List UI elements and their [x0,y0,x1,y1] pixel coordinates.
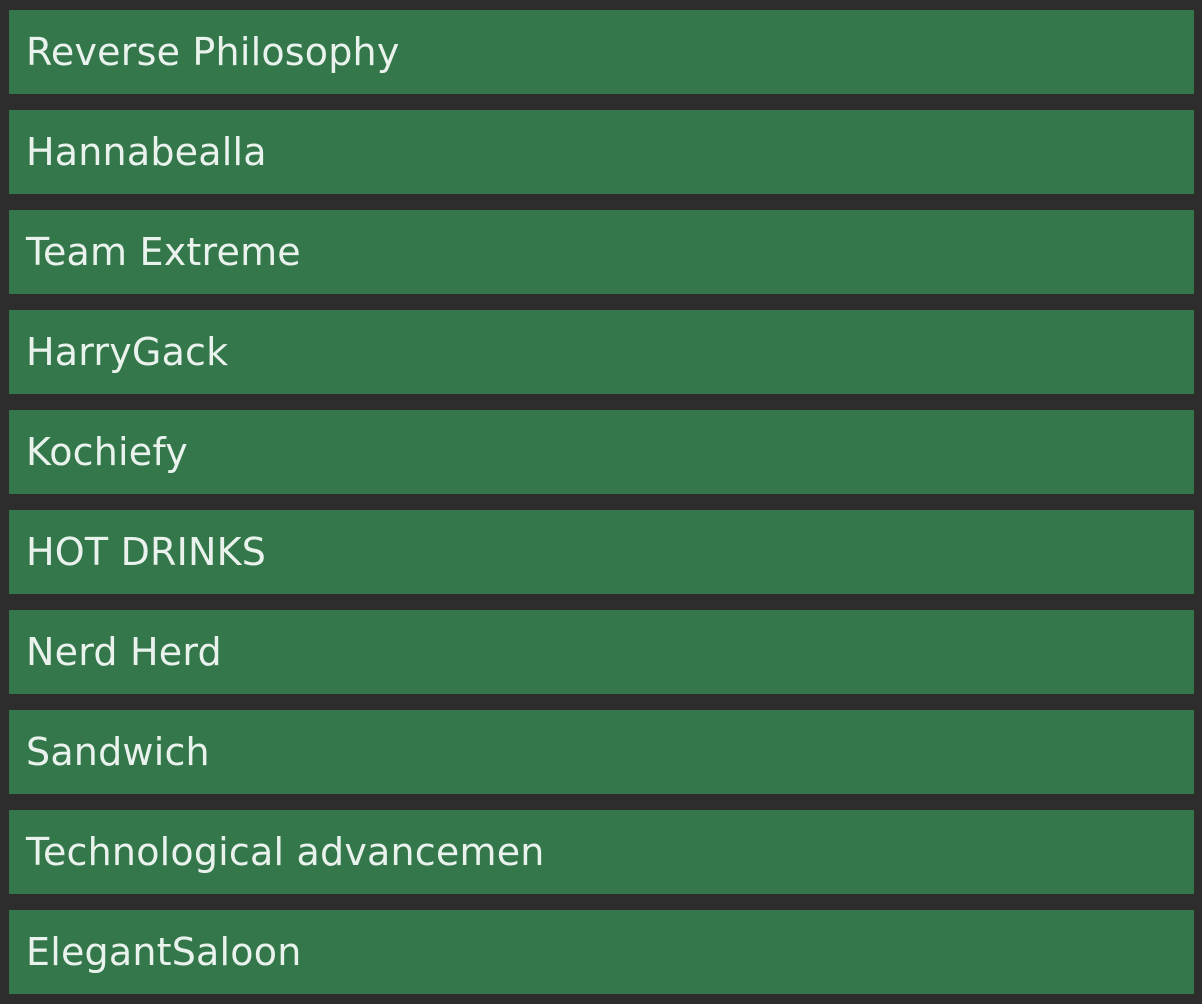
list-item[interactable]: Team Extreme [9,210,1194,294]
list-item[interactable]: Nerd Herd [9,610,1194,694]
list-item-label: Nerd Herd [26,630,222,674]
list-item-label: HarryGack [26,330,229,374]
list-item-label: Sandwich [26,730,210,774]
list-item[interactable]: Hannabealla [9,110,1194,194]
list-item-label: HOT DRINKS [26,530,267,574]
team-list: Reverse Philosophy Hannabealla Team Extr… [0,0,1202,1004]
list-item[interactable]: HOT DRINKS [9,510,1194,594]
list-item[interactable]: ElegantSaloon [9,910,1194,994]
list-item[interactable]: Kochiefy [9,410,1194,494]
list-item-label: Reverse Philosophy [26,30,400,74]
list-item[interactable]: Sandwich [9,710,1194,794]
list-item[interactable]: Technological advancemen [9,810,1194,894]
list-item-label: Kochiefy [26,430,188,474]
list-item[interactable]: Reverse Philosophy [9,10,1194,94]
list-item[interactable]: HarryGack [9,310,1194,394]
list-item-label: Team Extreme [26,230,301,274]
list-item-label: Hannabealla [26,130,267,174]
list-item-label: ElegantSaloon [26,930,302,974]
list-item-label: Technological advancemen [26,830,545,874]
